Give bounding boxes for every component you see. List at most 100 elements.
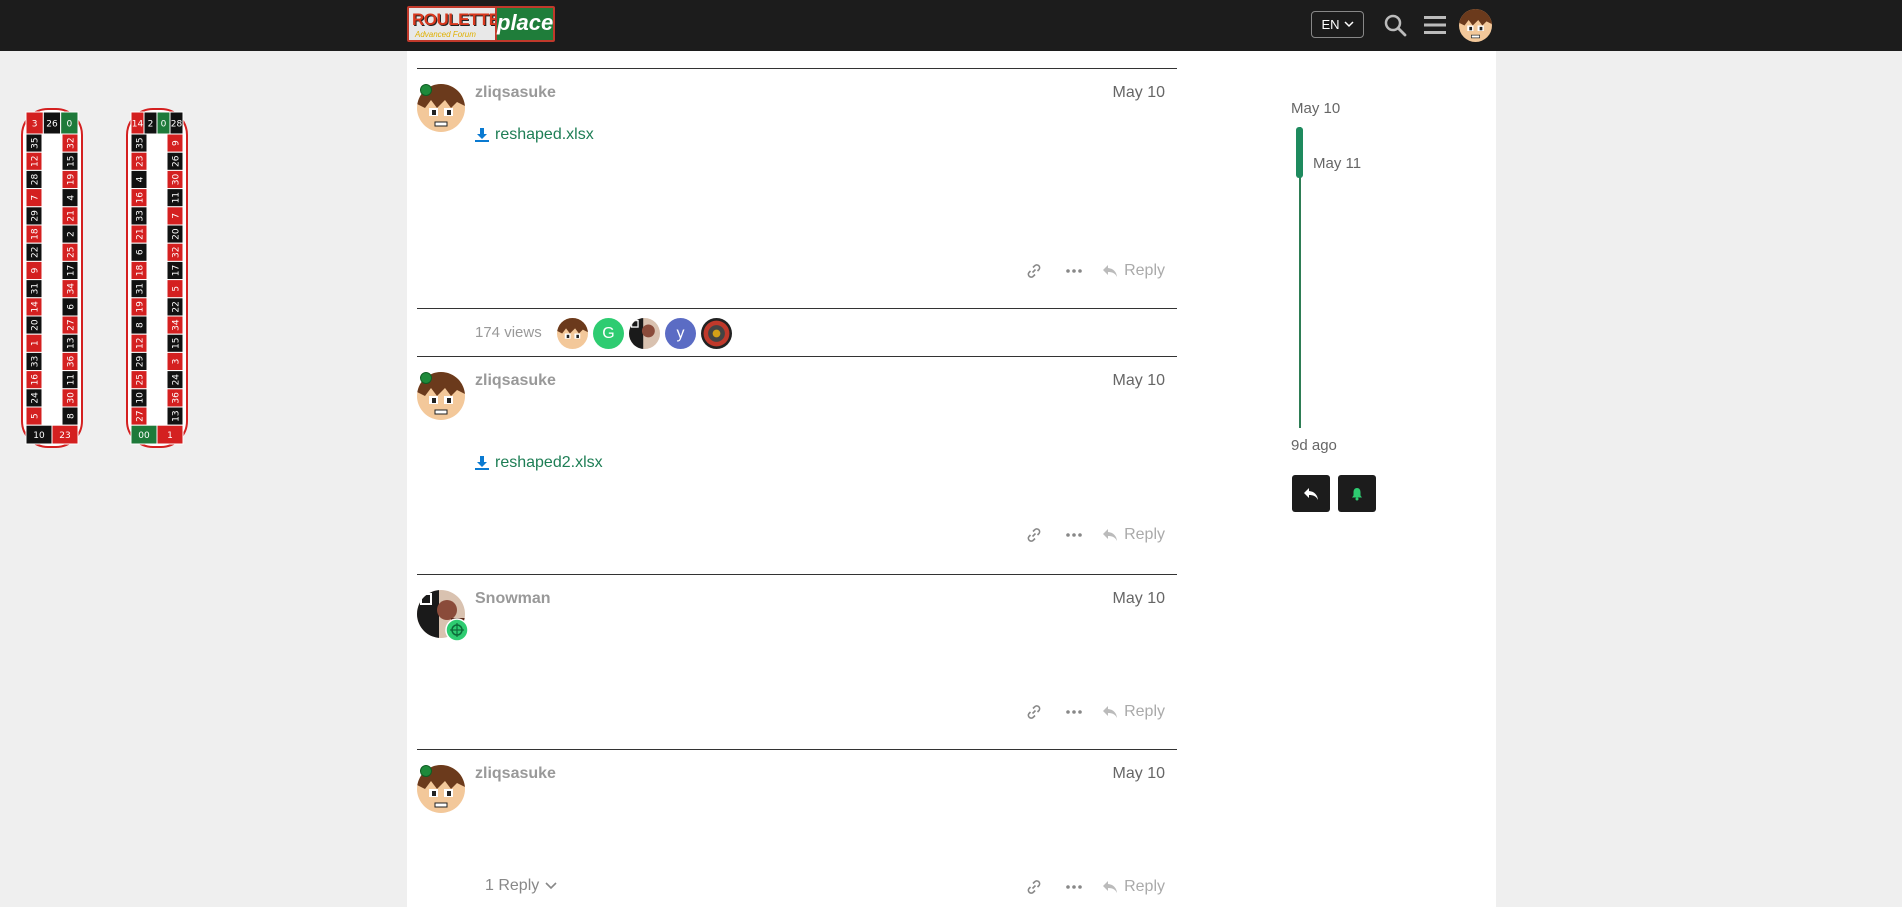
participant-avatar[interactable] <box>629 318 660 349</box>
participant-avatar[interactable] <box>701 318 732 349</box>
roulette-number-cell: 16 <box>130 188 148 208</box>
roulette-number: 26 <box>172 155 182 167</box>
roulette-wheel-strip-left: 3 26 0351228729182293114201331624532151942… <box>21 108 83 448</box>
timeline-scroll-handle[interactable] <box>1296 127 1303 178</box>
roulette-number-cell: 13 <box>61 333 79 353</box>
post-date[interactable]: May 10 <box>1113 372 1165 390</box>
roulette-number: 24 <box>31 392 41 404</box>
roulette-number: 6 <box>136 249 146 255</box>
post-avatar[interactable] <box>417 372 465 420</box>
view-count: 174 views <box>475 324 542 341</box>
roulette-number-cell: 00 <box>130 424 158 445</box>
roulette-number-cell: 22 <box>166 297 184 317</box>
post-actions: Reply <box>1014 699 1165 725</box>
roulette-number: 32 <box>172 247 182 258</box>
roulette-number-cell: 0 <box>156 111 171 135</box>
post-avatar[interactable] <box>417 590 469 642</box>
roulette-number-cell: 26 <box>166 151 184 171</box>
roulette-number-cell: 18 <box>25 224 43 244</box>
roulette-number-cell: 4 <box>61 188 79 208</box>
attachment-link[interactable]: reshaped.xlsx <box>475 126 594 144</box>
more-options-button[interactable] <box>1054 699 1094 725</box>
roulette-number: 5 <box>31 413 41 419</box>
roulette-number: 11 <box>172 192 182 203</box>
share-link-button[interactable] <box>1014 522 1054 548</box>
post-username[interactable]: zliqsasuke <box>475 372 556 390</box>
hamburger-menu-button[interactable] <box>1420 10 1450 40</box>
roulette-number: 20 <box>31 319 41 331</box>
roulette-number-cell: 9 <box>25 260 43 281</box>
roulette-number-cell: 27 <box>130 406 148 426</box>
roulette-number-cell: 23 <box>130 151 148 171</box>
more-options-button[interactable] <box>1054 522 1094 548</box>
language-selector[interactable]: EN <box>1311 11 1364 38</box>
share-link-button[interactable] <box>1014 699 1054 725</box>
post-avatar[interactable] <box>417 765 465 813</box>
show-replies-button[interactable]: 1 Reply <box>485 877 557 895</box>
roulette-number-cell: 21 <box>61 206 79 226</box>
timeline-start-date[interactable]: May 10 <box>1291 100 1340 117</box>
chevron-down-icon <box>545 882 557 890</box>
reply-button[interactable]: Reply <box>1094 258 1165 284</box>
roulette-number: 36 <box>67 356 77 368</box>
timeline-reply-button[interactable] <box>1292 475 1330 512</box>
ellipsis-icon <box>1066 533 1082 537</box>
post-date[interactable]: May 10 <box>1113 84 1165 102</box>
roulette-number-cell: 34 <box>166 315 184 335</box>
roulette-number: 4 <box>136 176 146 182</box>
reply-button[interactable]: Reply <box>1094 874 1165 900</box>
post-date[interactable]: May 10 <box>1113 765 1165 783</box>
roulette-number-cell: 33 <box>25 351 43 372</box>
roulette-number-cell: 8 <box>130 315 148 335</box>
roulette-number-cell: 27 <box>61 315 79 335</box>
roulette-number-cell: 31 <box>130 279 148 299</box>
participant-avatar-letter[interactable]: y <box>665 318 696 349</box>
roulette-number: 9 <box>172 140 182 146</box>
roulette-number-cell: 16 <box>25 370 43 390</box>
post-avatar[interactable] <box>417 84 465 132</box>
share-link-button[interactable] <box>1014 874 1054 900</box>
roulette-number: 25 <box>67 247 77 258</box>
participant-avatar-letter[interactable]: G <box>593 318 624 349</box>
more-options-button[interactable] <box>1054 258 1094 284</box>
roulette-number: 13 <box>172 410 182 421</box>
post-username[interactable]: Snowman <box>475 590 551 608</box>
reply-button[interactable]: Reply <box>1094 699 1165 725</box>
roulette-number-cell: 1 <box>156 424 184 445</box>
reply-arrow-icon <box>1103 881 1118 893</box>
current-user-avatar[interactable] <box>1459 9 1492 42</box>
roulette-number: 19 <box>136 301 146 313</box>
roulette-number-cell: 33 <box>130 206 148 226</box>
roulette-number-cell: 6 <box>61 297 79 317</box>
bell-icon <box>1352 487 1362 500</box>
logo-word-roulette: ROULETTE <box>412 10 500 29</box>
flair-badge-icon <box>445 618 469 642</box>
roulette-number-cell: 28 <box>169 111 184 135</box>
attachment-link[interactable]: reshaped2.xlsx <box>475 454 603 472</box>
roulette-number: 5 <box>172 286 182 292</box>
roulette-number: 13 <box>67 338 77 349</box>
roulette-number: 4 <box>67 195 77 201</box>
roulette-number: 35 <box>136 137 146 148</box>
roulette-number: 12 <box>136 338 146 349</box>
timeline-end-date[interactable]: 9d ago <box>1291 437 1337 454</box>
post-username[interactable]: zliqsasuke <box>475 84 556 102</box>
roulette-number-cell: 7 <box>166 206 184 226</box>
roulette-number: 15 <box>67 156 77 167</box>
reply-button[interactable]: Reply <box>1094 522 1165 548</box>
roulette-number: 24 <box>172 374 182 386</box>
search-button[interactable] <box>1380 10 1410 40</box>
online-status-dot <box>420 84 432 96</box>
online-status-dot <box>420 765 432 777</box>
site-logo[interactable]: ROULETTE place Advanced Forum <box>407 6 555 42</box>
post-1: zliqsasuke May 10 reshaped.xlsx Reply <box>417 68 1177 308</box>
roulette-number-cell: 15 <box>166 333 184 353</box>
roulette-number: 17 <box>172 265 182 276</box>
notification-bell-button[interactable] <box>1338 475 1376 512</box>
post-date[interactable]: May 10 <box>1113 590 1165 608</box>
post-username[interactable]: zliqsasuke <box>475 765 556 783</box>
participant-avatar[interactable] <box>557 318 588 349</box>
more-options-button[interactable] <box>1054 874 1094 900</box>
replies-count-label: 1 Reply <box>485 877 540 894</box>
share-link-button[interactable] <box>1014 258 1054 284</box>
